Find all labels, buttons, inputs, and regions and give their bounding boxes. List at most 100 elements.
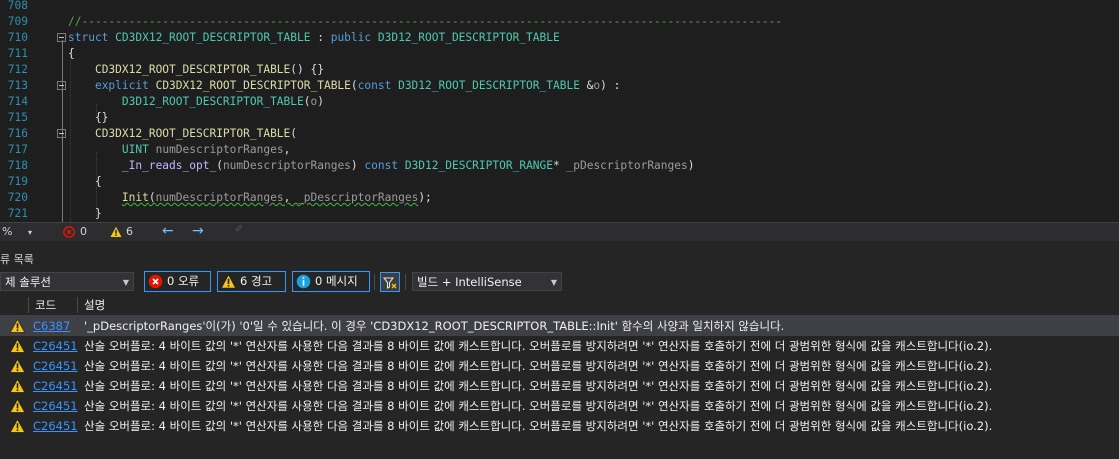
code-text: _In_reads_opt_(numDescriptorRanges) cons… <box>68 158 695 174</box>
code-token: ); <box>418 191 432 204</box>
error-list-row[interactable]: C26451 산술 오버플로: 4 바이트 값의 '*' 연산자를 사용한 다음 … <box>0 376 1119 396</box>
code-line[interactable]: 709 //-----------------------------------… <box>0 14 1119 30</box>
warning-description: 산술 오버플로: 4 바이트 값의 '*' 연산자를 사용한 다음 결과를 8 … <box>84 399 993 413</box>
filter-toggle-button[interactable] <box>380 272 400 292</box>
chevron-down-icon: ▼ <box>550 278 557 287</box>
navigate-back-icon[interactable]: ← <box>162 223 174 239</box>
code-line[interactable]: 714 D3D12_ROOT_DESCRIPTOR_TABLE(o) <box>0 94 1119 110</box>
code-line[interactable]: 713 explicit CD3DX12_ROOT_DESCRIPTOR_TAB… <box>0 78 1119 94</box>
code-line[interactable]: 720 Init(numDescriptorRanges, _pDescript… <box>0 190 1119 206</box>
code-token: , <box>283 191 298 204</box>
code-text: { <box>68 174 102 190</box>
warning-description: 산술 오버플로: 4 바이트 값의 '*' 연산자를 사용한 다음 결과를 8 … <box>84 339 993 353</box>
code-text: struct CD3DX12_ROOT_DESCRIPTOR_TABLE : p… <box>68 30 560 46</box>
code-token: CD3DX12_ROOT_DESCRIPTOR_TABLE <box>155 79 351 92</box>
warning-description: 산술 오버플로: 4 바이트 값의 '*' 연산자를 사용한 다음 결과를 8 … <box>84 379 993 393</box>
code-token: Init <box>121 191 149 204</box>
code-line[interactable]: 718 _In_reads_opt_(numDescriptorRanges) … <box>0 158 1119 174</box>
code-line[interactable]: 717 UINT numDescriptorRanges, <box>0 142 1119 158</box>
scope-dropdown[interactable]: 제 솔루션 ▼ <box>0 272 134 291</box>
build-source-value: 빌드 + IntelliSense <box>417 275 522 289</box>
zoom-dropdown-icon[interactable]: ▾ <box>28 228 32 237</box>
code-token: () {} <box>290 63 324 76</box>
panel-title: 류 목록 <box>0 253 34 266</box>
collapse-icon[interactable] <box>57 129 66 138</box>
warning-code-link[interactable]: C26451 <box>33 376 78 396</box>
warning-count[interactable]: 6 <box>126 225 133 238</box>
errors-filter-button[interactable]: 0 오류 <box>144 271 211 292</box>
warning-icon <box>110 226 122 241</box>
zoom-level[interactable]: % <box>2 225 12 238</box>
code-line[interactable]: 710 struct CD3DX12_ROOT_DESCRIPTOR_TABLE … <box>0 30 1119 46</box>
code-line[interactable]: 715 {} <box>0 110 1119 126</box>
code-line[interactable]: 721 } <box>0 206 1119 222</box>
warning-icon <box>9 398 26 413</box>
code-token: UINT <box>121 143 149 156</box>
warning-code-link[interactable]: C6387 <box>33 316 70 336</box>
errors-filter-label: 0 오류 <box>167 274 200 288</box>
code-token: numDescriptorRanges <box>155 191 284 204</box>
code-token: const <box>364 159 405 172</box>
code-text: CD3DX12_ROOT_DESCRIPTOR_TABLE() {} <box>68 62 324 78</box>
messages-filter-button[interactable]: 0 메시지 <box>292 271 370 292</box>
collapse-icon[interactable] <box>57 81 66 90</box>
code-token: CD3DX12_ROOT_DESCRIPTOR_TABLE <box>94 127 291 140</box>
code-line[interactable]: 708 <box>0 0 1119 14</box>
error-list-row[interactable]: C6387 '_pDescriptorRanges'이(가) '0'일 수 있습니… <box>0 316 1119 336</box>
column-divider[interactable] <box>28 297 29 313</box>
column-header-description[interactable]: 설명 <box>84 297 105 313</box>
code-line[interactable]: 719 { <box>0 174 1119 190</box>
code-token: CD3DX12_ROOT_DESCRIPTOR_TABLE <box>94 63 291 76</box>
error-list-row[interactable]: C26451 산술 오버플로: 4 바이트 값의 '*' 연산자를 사용한 다음 … <box>0 356 1119 376</box>
warning-code-link[interactable]: C26451 <box>33 396 78 416</box>
error-list-row[interactable]: C26451 산술 오버플로: 4 바이트 값의 '*' 연산자를 사용한 다음 … <box>0 416 1119 436</box>
code-token: ) <box>317 95 324 108</box>
warning-code-link[interactable]: C26451 <box>33 416 78 436</box>
code-token: & <box>579 79 594 92</box>
warning-code-link[interactable]: C26451 <box>33 356 78 376</box>
warning-code-link[interactable]: C26451 <box>33 336 78 356</box>
code-line[interactable]: 712 CD3DX12_ROOT_DESCRIPTOR_TABLE() {} <box>0 62 1119 78</box>
code-editor[interactable]: 708 709 //--------------------------------… <box>0 0 1119 222</box>
line-number: 712 <box>7 63 28 76</box>
warning-icon <box>9 358 26 373</box>
error-count[interactable]: 0 <box>80 225 87 238</box>
column-divider[interactable] <box>77 297 78 313</box>
warnings-filter-label: 6 경고 <box>240 274 273 288</box>
code-text: //--------------------------------------… <box>68 14 782 30</box>
code-text: UINT numDescriptorRanges, <box>68 142 290 158</box>
error-list-row[interactable]: C26451 산술 오버플로: 4 바이트 값의 '*' 연산자를 사용한 다음 … <box>0 336 1119 356</box>
code-token: ( <box>303 95 311 108</box>
line-number: 717 <box>7 143 28 156</box>
code-token: ( <box>290 127 298 140</box>
info-icon <box>296 274 311 289</box>
error-list-row[interactable]: C26451 산술 오버플로: 4 바이트 값의 '*' 연산자를 사용한 다음 … <box>0 396 1119 416</box>
error-icon <box>148 274 163 289</box>
code-text: Init(numDescriptorRanges, _pDescriptorRa… <box>68 190 432 206</box>
column-header-code[interactable]: 코드 <box>35 297 56 313</box>
messages-filter-label: 0 메시지 <box>315 274 358 288</box>
code-token: ( <box>350 79 358 92</box>
line-number: 714 <box>7 95 28 108</box>
line-number: 721 <box>7 207 28 220</box>
code-token: D3D12_ROOT_DESCRIPTOR_TABLE <box>377 31 560 44</box>
code-token: struct <box>68 31 116 44</box>
line-number: 719 <box>7 175 28 188</box>
code-token: D3D12_DESCRIPTOR_RANGE <box>404 159 554 172</box>
line-number: 709 <box>7 15 28 28</box>
code-token: explicit <box>94 79 156 92</box>
brush-icon[interactable]: ✐ <box>235 224 243 235</box>
warnings-filter-button[interactable]: 6 경고 <box>217 271 286 292</box>
code-line[interactable]: 716 CD3DX12_ROOT_DESCRIPTOR_TABLE( <box>0 126 1119 142</box>
code-line[interactable]: 711 { <box>0 46 1119 62</box>
navigate-forward-icon[interactable]: → <box>192 223 204 239</box>
build-source-dropdown[interactable]: 빌드 + IntelliSense ▼ <box>412 272 562 291</box>
warning-icon <box>9 338 26 353</box>
error-list-toolbar: 제 솔루션 ▼ 0 오류 6 경고 0 메시지 빌드 + IntelliSens… <box>0 270 1119 294</box>
code-token: _In_reads_opt_ <box>121 159 217 172</box>
collapse-icon[interactable] <box>57 33 66 42</box>
